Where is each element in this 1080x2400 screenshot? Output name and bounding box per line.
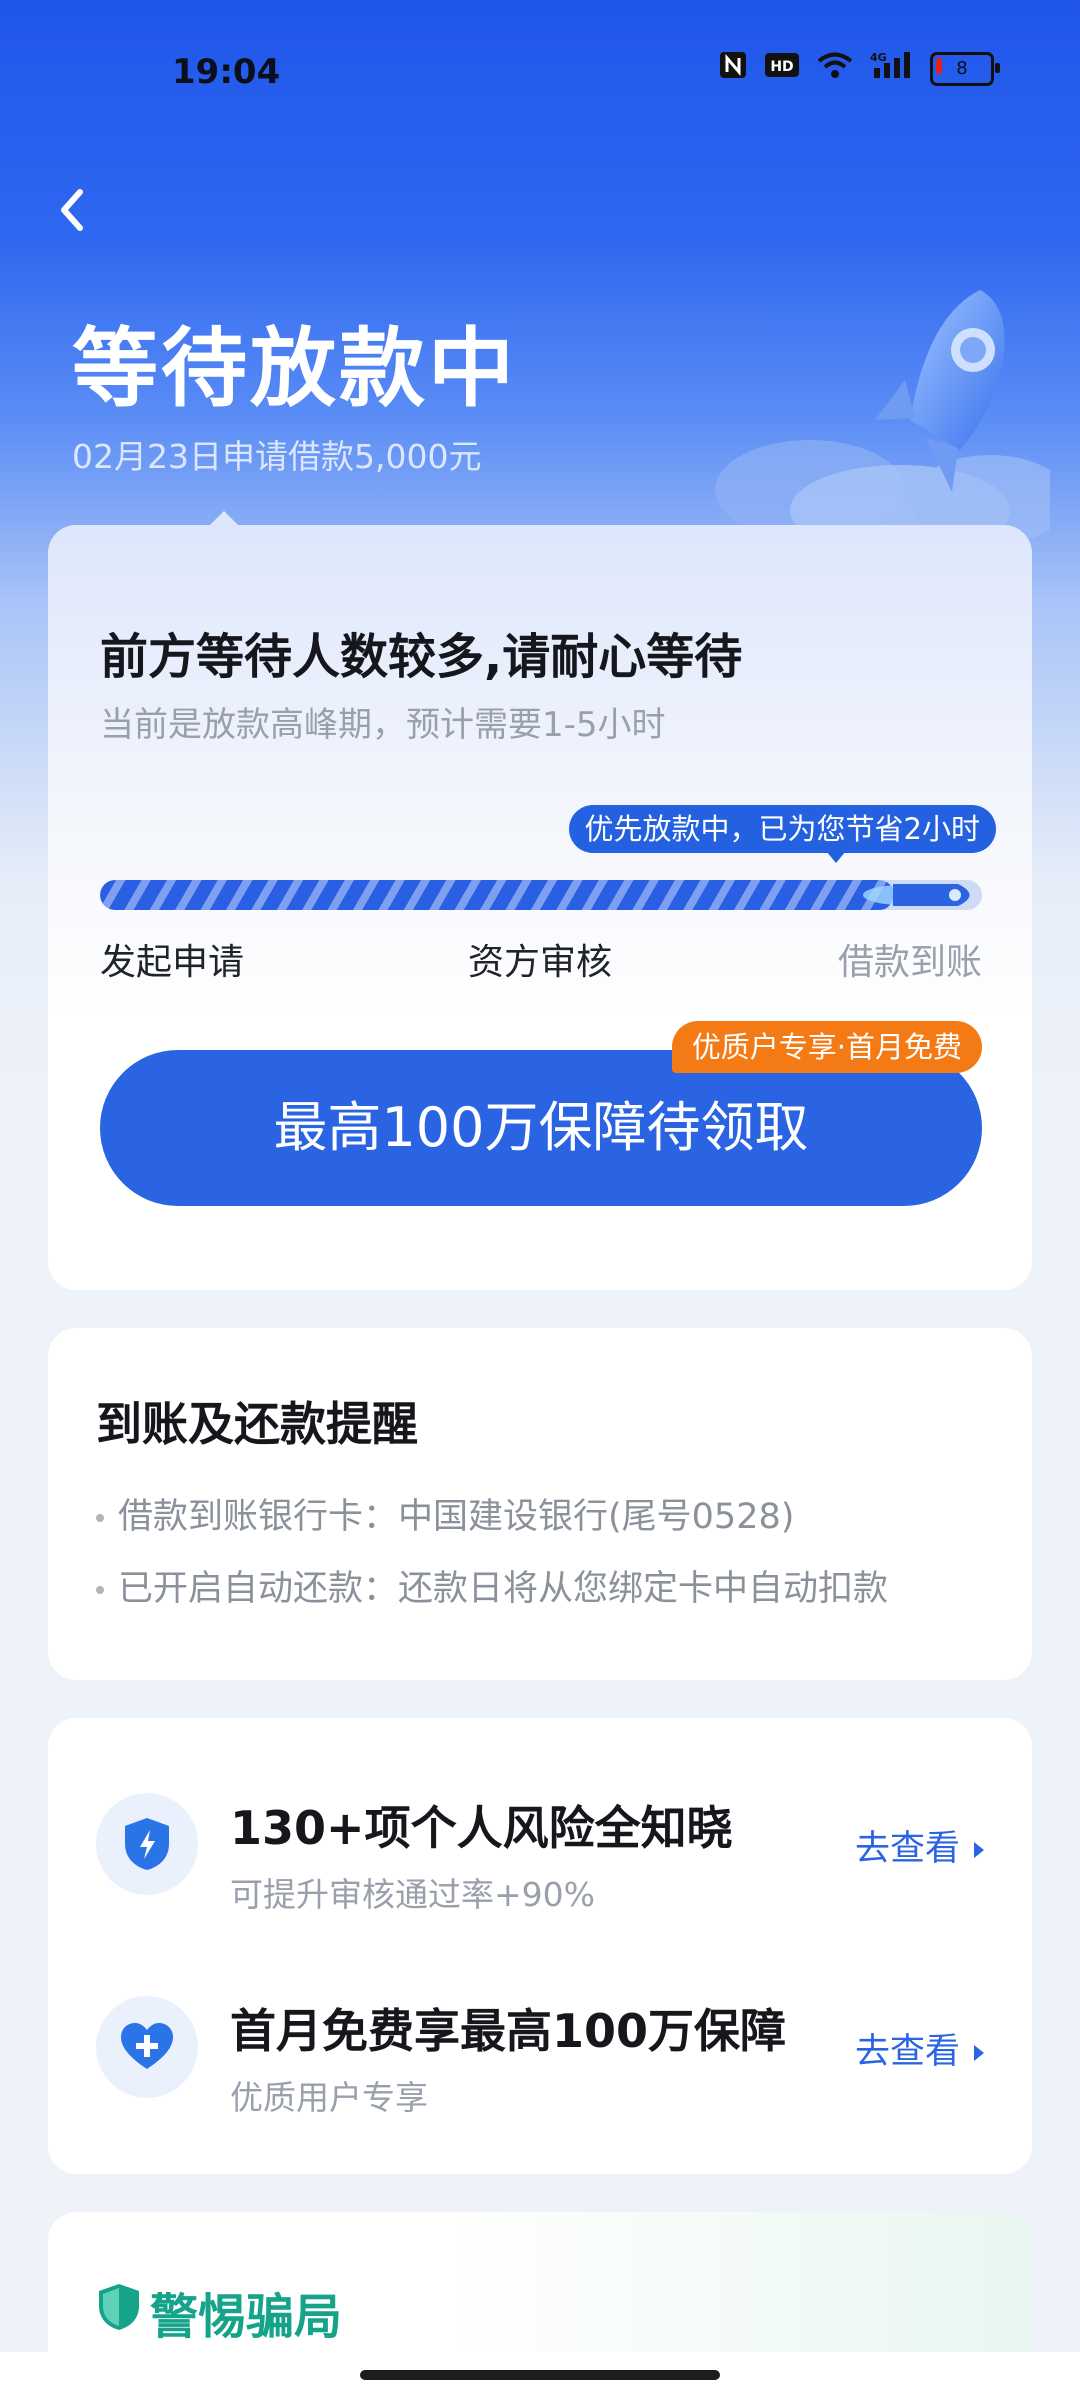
svg-text:4G: 4G bbox=[870, 51, 887, 64]
offer-free-protection[interactable]: 首月免费享最高100万保障 优质用户专享 去查看 bbox=[48, 1951, 1032, 2151]
caret-right-icon bbox=[974, 2045, 984, 2061]
shield-lightning-icon bbox=[125, 1818, 169, 1870]
reminder-heading: 到账及还款提醒 bbox=[96, 1397, 418, 1451]
heart-plus-icon bbox=[121, 2023, 173, 2069]
view-link[interactable]: 去查看 bbox=[855, 2023, 984, 2074]
wifi-icon bbox=[816, 50, 854, 87]
offer-subtitle: 可提升审核通过率+90% bbox=[230, 1875, 595, 1914]
offer-icon-badge bbox=[96, 1793, 198, 1895]
hd-icon: HD bbox=[764, 50, 800, 87]
vip-free-badge: 优质户专享·首月免费 bbox=[671, 1021, 982, 1073]
offer-risk-report[interactable]: 130+项个人风险全知晓 可提升审核通过率+90% 去查看 bbox=[48, 1748, 1032, 1948]
chevron-left-icon bbox=[61, 189, 83, 231]
status-icons: HD 4G 8 bbox=[718, 50, 1000, 87]
status-time: 19:04 bbox=[172, 52, 281, 92]
offer-title: 130+项个人风险全知晓 bbox=[230, 1801, 733, 1855]
nfc-icon bbox=[718, 50, 748, 87]
home-indicator[interactable] bbox=[360, 2370, 720, 2380]
progress-fill bbox=[100, 880, 894, 910]
claim-protection-button[interactable]: 最高100万保障待领取 bbox=[100, 1050, 982, 1206]
reminder-card: 到账及还款提醒 借款到账银行卡：中国建设银行(尾号0528) 已开启自动还款：还… bbox=[48, 1328, 1032, 1680]
rocket-progress-icon bbox=[863, 884, 970, 906]
step-arrival: 借款到账 bbox=[837, 942, 982, 983]
card-pointer bbox=[208, 511, 240, 527]
rocket-illustration bbox=[715, 290, 1050, 540]
caret-right-icon bbox=[974, 1842, 984, 1858]
progress-heading: 前方等待人数较多,请耐心等待 bbox=[100, 629, 743, 685]
bullet-icon bbox=[96, 1514, 104, 1522]
step-review: 资方审核 bbox=[468, 942, 613, 983]
battery-icon: 8 bbox=[930, 51, 1000, 86]
step-apply: 发起申请 bbox=[100, 942, 245, 983]
bullet-icon bbox=[96, 1586, 104, 1594]
offer-title: 首月免费享最高100万保障 bbox=[230, 2004, 787, 2058]
svg-text:HD: HD bbox=[770, 59, 793, 75]
view-link[interactable]: 去查看 bbox=[855, 1820, 984, 1871]
page-subtitle: 02月23日申请借款5,000元 bbox=[72, 437, 482, 476]
progress-card: 前方等待人数较多,请耐心等待 当前是放款高峰期，预计需要1-5小时 优先放款中，… bbox=[48, 511, 1032, 1290]
progress-bar bbox=[100, 880, 982, 910]
priority-tip: 优先放款中，已为您节省2小时 bbox=[568, 805, 996, 863]
offers-card: 130+项个人风险全知晓 可提升审核通过率+90% 去查看 首月免费享最高100… bbox=[48, 1718, 1032, 2174]
reminder-line-bank: 借款到账银行卡：中国建设银行(尾号0528) bbox=[96, 1488, 794, 1539]
status-bar: 19:04 HD 4G 8 bbox=[0, 0, 1080, 140]
shield-check-icon bbox=[99, 2284, 139, 2330]
back-button[interactable] bbox=[44, 180, 104, 240]
fraud-warning-heading: 警惕骗局 bbox=[150, 2289, 343, 2345]
progress-subheading: 当前是放款高峰期，预计需要1-5小时 bbox=[100, 705, 666, 745]
offer-subtitle: 优质用户专享 bbox=[230, 2078, 428, 2117]
page-title: 等待放款中 bbox=[72, 319, 517, 419]
reminder-line-autopay: 已开启自动还款：还款日将从您绑定卡中自动扣款 bbox=[96, 1560, 888, 1611]
4g-signal-icon: 4G bbox=[870, 50, 914, 87]
offer-icon-badge bbox=[96, 1996, 198, 2098]
